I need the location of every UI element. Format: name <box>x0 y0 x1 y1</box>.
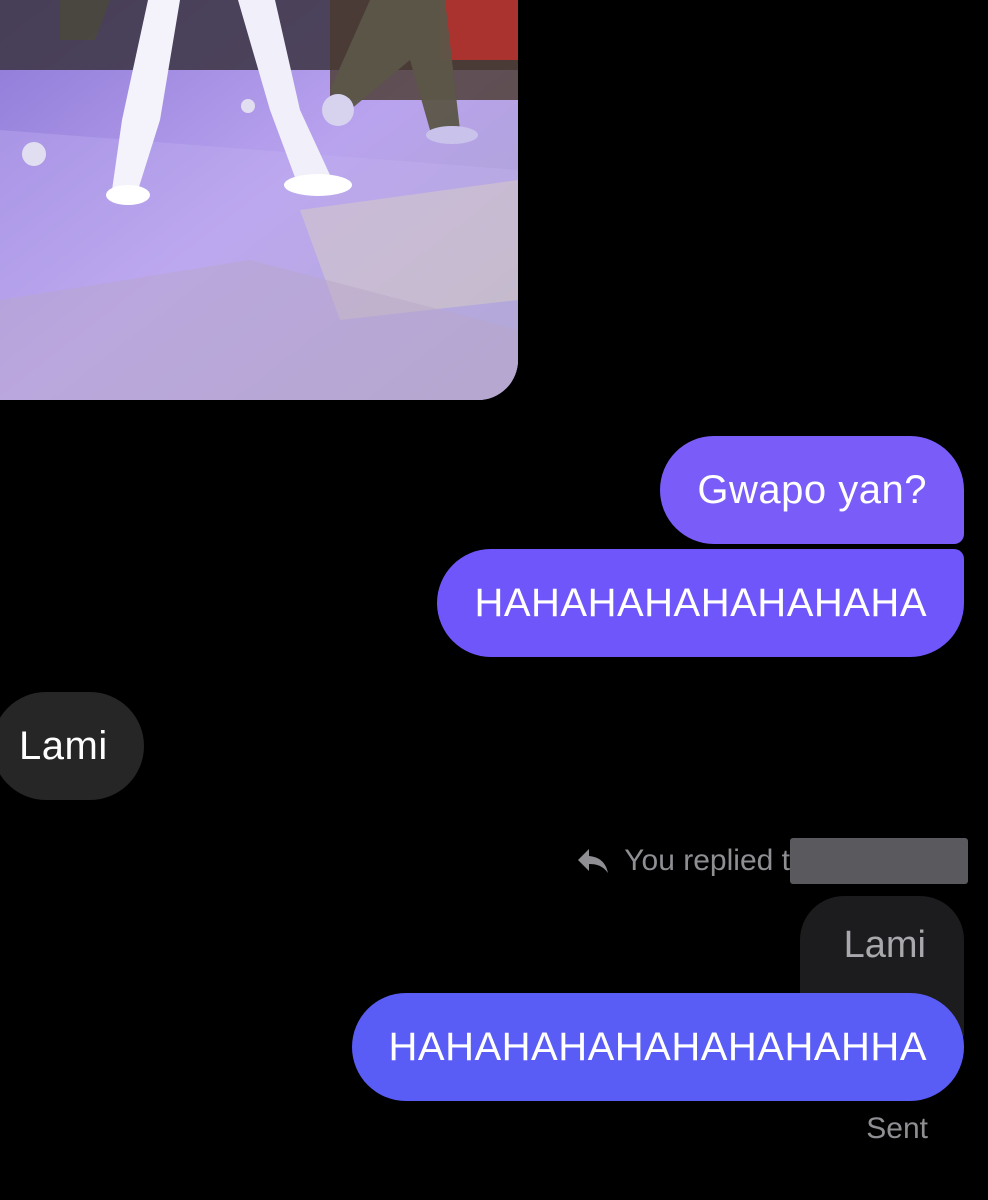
photo-content <box>0 0 518 400</box>
outgoing-reply-bubble[interactable]: HAHAHAHAHAHAHAHAHHA <box>351 993 964 1101</box>
message-text: HAHAHAHAHAHAHAHA <box>474 581 927 625</box>
reply-indicator-label: You replied t <box>624 844 790 877</box>
shared-photo[interactable] <box>0 0 518 400</box>
message-text: Lami <box>19 724 108 768</box>
quoted-text: Lami <box>843 924 926 966</box>
redacted-name <box>790 838 968 884</box>
delivery-status: Sent <box>866 1112 928 1145</box>
incoming-message-bubble[interactable]: Lami <box>0 692 144 800</box>
outgoing-message-bubble[interactable]: HAHAHAHAHAHAHAHA <box>437 549 964 657</box>
message-text: HAHAHAHAHAHAHAHAHHA <box>388 1025 927 1069</box>
message-text: Gwapo yan? <box>697 468 927 512</box>
reply-indicator: You replied t <box>576 838 968 884</box>
outgoing-message-bubble[interactable]: Gwapo yan? <box>660 436 964 544</box>
reply-arrow-icon <box>578 849 609 873</box>
